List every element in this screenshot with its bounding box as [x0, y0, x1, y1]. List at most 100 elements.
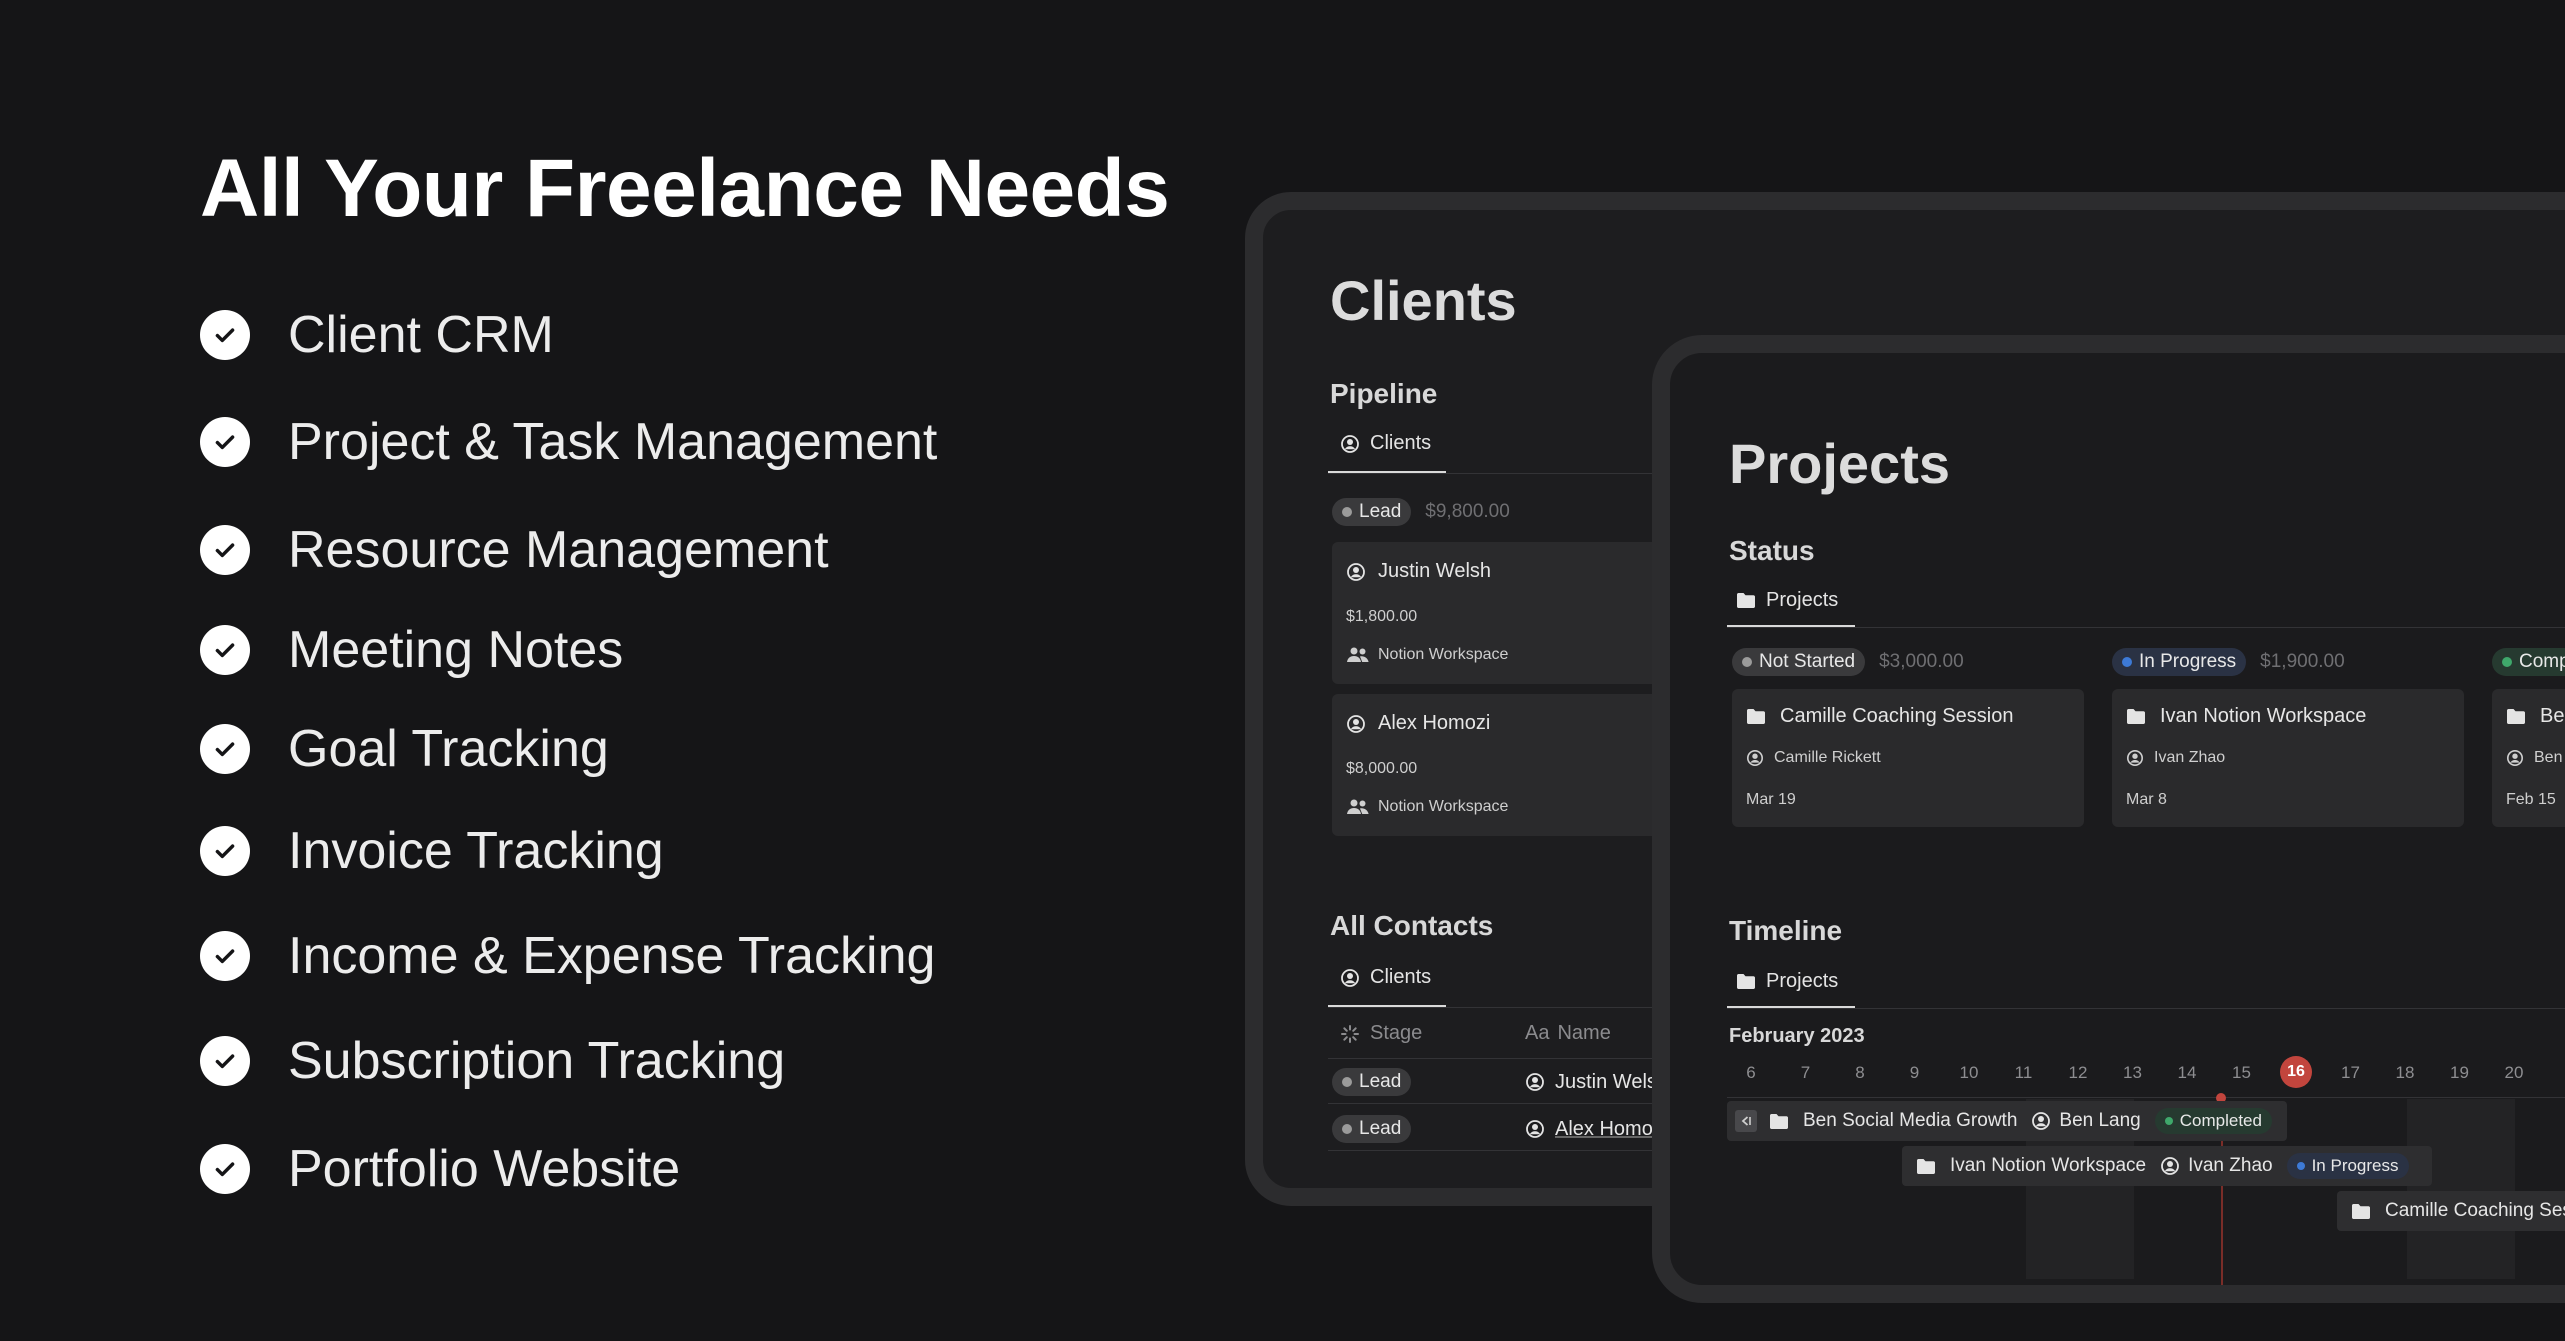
check-circle-icon: [200, 931, 250, 981]
column-name[interactable]: Aa Name: [1525, 1022, 1611, 1045]
check-circle-icon: [200, 525, 250, 575]
column-label: Name: [1557, 1022, 1611, 1044]
day-tick: 11: [2014, 1063, 2033, 1082]
name-cell[interactable]: Justin Welsh: [1525, 1068, 1668, 1096]
status-badge[interactable]: In Progress: [2286, 1153, 2409, 1179]
client-name: Alex Homozi: [1378, 712, 1491, 734]
timeline-item[interactable]: Ivan Notion Workspace Ivan Zhao In Progr…: [1902, 1146, 2432, 1186]
tab-projects[interactable]: Projects: [1736, 970, 1838, 993]
status-label: Completed: [2519, 651, 2565, 672]
item-person: Ben Lang: [2059, 1110, 2141, 1131]
stage-badge[interactable]: Lead: [1332, 498, 1412, 526]
feature-item: Goal Tracking: [200, 719, 609, 779]
people-icon: [1346, 646, 1370, 664]
timeline-month: February 2023: [1729, 1025, 1865, 1047]
tab-label: Projects: [1766, 589, 1839, 611]
card-title: Justin Welsh: [1346, 560, 1491, 583]
project-label: Notion Workspace: [1378, 646, 1509, 663]
table-row[interactable]: Lead: [1332, 1115, 1412, 1143]
user-circle-icon: [2506, 749, 2524, 767]
feature-item: Client CRM: [200, 305, 554, 365]
stage-label: Lead: [1359, 1071, 1402, 1092]
status-dot: [2122, 657, 2132, 667]
stage-badge[interactable]: Lead: [1332, 1068, 1412, 1096]
loader-icon: [1340, 1024, 1360, 1044]
folder-icon: [2126, 708, 2146, 725]
feature-label: Income & Expense Tracking: [288, 927, 936, 985]
check-circle-icon: [200, 625, 250, 675]
folder-icon: [1769, 1113, 1789, 1130]
divider: [1727, 1008, 2565, 1009]
user-circle-icon: [1340, 968, 1360, 988]
day-tick: 17: [2341, 1063, 2360, 1082]
project-person: Ivan Zhao: [2126, 749, 2225, 767]
stage-label: Lead: [1359, 1118, 1402, 1139]
day-tick: 9: [1909, 1063, 1920, 1082]
check-circle-icon: [200, 417, 250, 467]
user-circle-icon: [2160, 1156, 2180, 1176]
timeline-item[interactable]: Ben Social Media Growth Ben Lang Complet…: [1727, 1101, 2287, 1141]
check-circle-icon: [200, 1036, 250, 1086]
user-circle-icon: [1525, 1072, 1545, 1092]
project-date: Mar 19: [1746, 791, 1796, 808]
user-circle-icon: [2031, 1111, 2051, 1131]
divider: [1727, 627, 2565, 628]
status-dot: [1342, 1124, 1352, 1134]
tab-clients[interactable]: Clients: [1340, 432, 1431, 455]
day-tick: 18: [2395, 1063, 2415, 1082]
day-tick: 15: [2232, 1063, 2251, 1082]
item-title: Camille Coaching Session: [2385, 1200, 2565, 1221]
collapse-icon[interactable]: [1735, 1110, 1757, 1132]
day-tick: 6: [1746, 1063, 1756, 1082]
status-badge[interactable]: Completed: [2154, 1108, 2272, 1134]
user-circle-icon: [2126, 749, 2144, 767]
feature-item: Portfolio Website: [200, 1139, 680, 1199]
status-group-header: In Progress $1,900.00: [2112, 648, 2345, 676]
feature-list: Client CRM Project & Task Management Res…: [200, 0, 1200, 1341]
folder-icon: [1736, 973, 1756, 990]
status-heading: Status: [1729, 535, 1815, 566]
user-circle-icon: [1746, 749, 1764, 767]
folder-icon: [2351, 1203, 2371, 1220]
status-dot: [1742, 657, 1752, 667]
project-card[interactable]: Ben Social Media Growth Ben Lang Feb 15: [2492, 689, 2565, 827]
client-amount: $8,000.00: [1346, 760, 1418, 777]
pipeline-group-header: Lead $9,800.00: [1332, 498, 1510, 526]
status-badge[interactable]: In Progress: [2112, 648, 2247, 676]
tab-projects[interactable]: Projects: [1736, 589, 1838, 612]
card-title: Ben Social Media Growth: [2506, 705, 2565, 728]
stage-badge[interactable]: Lead: [1332, 1115, 1412, 1143]
user-circle-icon: [1525, 1119, 1545, 1139]
feature-item: Project & Task Management: [200, 412, 937, 472]
project-person: Camille Rickett: [1746, 749, 1881, 767]
check-circle-icon: [200, 310, 250, 360]
column-label: Stage: [1370, 1022, 1423, 1044]
project-card[interactable]: Ivan Notion Workspace Ivan Zhao Mar 8: [2112, 689, 2464, 827]
group-total: $1,900.00: [2260, 651, 2345, 672]
name-cell[interactable]: Alex Homozi: [1525, 1115, 1667, 1143]
timeline-heading: Timeline: [1729, 915, 1843, 946]
status-badge[interactable]: Completed: [2492, 648, 2565, 676]
status-dot: [2502, 657, 2512, 667]
table-row[interactable]: Lead: [1332, 1068, 1412, 1096]
client-project: Notion Workspace: [1346, 798, 1508, 816]
page-title: Clients: [1330, 269, 1517, 332]
all-contacts-heading: All Contacts: [1330, 910, 1494, 941]
project-person: Ben Lang: [2506, 749, 2565, 767]
day-tick: 20: [2504, 1063, 2524, 1082]
status-label: In Progress: [2311, 1156, 2399, 1175]
stage-label: Lead: [1359, 501, 1402, 522]
text-type-icon: Aa: [1525, 1022, 1550, 1044]
project-card[interactable]: Camille Coaching Session Camille Rickett…: [1732, 689, 2084, 827]
day-tick: 12: [2068, 1063, 2088, 1082]
timeline-item[interactable]: Camille Coaching Session: [2337, 1191, 2565, 1231]
column-stage[interactable]: Stage: [1340, 1022, 1422, 1045]
status-badge[interactable]: Not Started: [1732, 648, 1866, 676]
item-person: Ivan Zhao: [2188, 1155, 2273, 1176]
person-name: Camille Rickett: [1774, 749, 1881, 766]
folder-icon: [1916, 1158, 1936, 1175]
tab-clients[interactable]: Clients: [1340, 966, 1431, 989]
feature-label: Portfolio Website: [288, 1140, 681, 1198]
day-tick: 7: [1800, 1063, 1811, 1082]
tab-label: Projects: [1766, 970, 1839, 992]
